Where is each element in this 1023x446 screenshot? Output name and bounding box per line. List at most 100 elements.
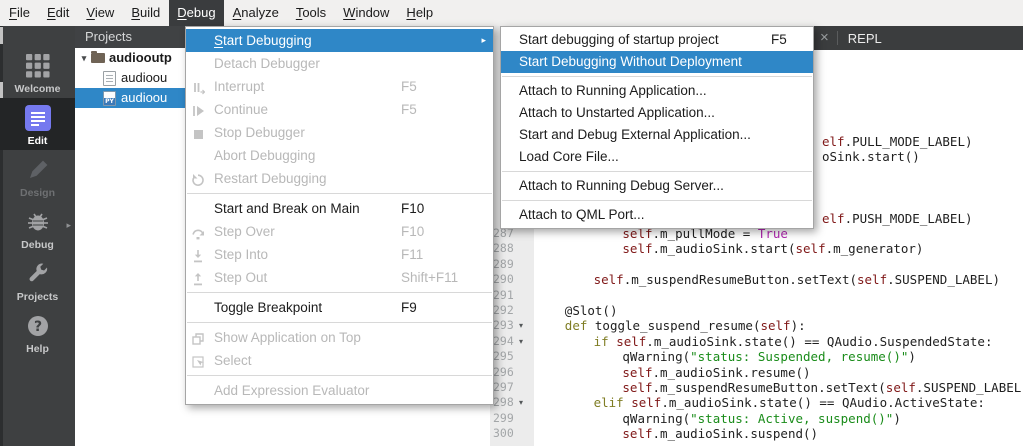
help-icon: ? — [0, 306, 75, 343]
select-icon — [191, 353, 205, 367]
menu-item-label: Start and Debug External Application... — [519, 127, 751, 142]
menu-item-shortcut: F10 — [401, 197, 424, 220]
mode-projects[interactable]: Projects — [0, 254, 75, 306]
menubar-item-tools[interactable]: Tools — [288, 0, 334, 26]
line-number[interactable]: 293 — [493, 318, 514, 334]
menu-item-label: Step Out — [214, 270, 267, 285]
tree-item-label: audioou — [121, 68, 167, 88]
code-line-293: def toggle_suspend_resume(self): — [565, 318, 806, 334]
mode-label: Debug — [0, 239, 75, 251]
menu-item-label: Start debugging of startup project — [519, 32, 719, 47]
menu-item-detach-debugger[interactable]: Detach Debugger — [186, 52, 493, 75]
code-line-partial-281: elf.PULL_MODE_LABEL) — [822, 134, 973, 150]
line-number[interactable]: 294 — [493, 334, 514, 350]
menu-item-toggle-breakpoint[interactable]: Toggle BreakpointF9 — [186, 296, 493, 319]
menu-item-interrupt[interactable]: InterruptF5 — [186, 75, 493, 98]
menu-separator — [502, 171, 812, 172]
menubar-item-file[interactable]: File — [1, 0, 38, 26]
mode-debug[interactable]: Debug▸ — [0, 202, 75, 254]
menu-item-label: Start and Break on Main — [214, 201, 360, 216]
menu-item-step-into[interactable]: Step IntoF11 — [186, 243, 493, 266]
menubar-item-analyze[interactable]: Analyze — [225, 0, 287, 26]
line-number[interactable]: 291 — [493, 288, 514, 304]
fold-marker-icon[interactable]: ▾ — [519, 334, 523, 350]
qt-creator-window: 287288289290291292293▾294▾295296297298▾2… — [0, 0, 1023, 446]
menu-item-show-application-on-top[interactable]: Show Application on Top — [186, 326, 493, 349]
line-number[interactable]: 297 — [493, 380, 514, 396]
show-app-icon — [191, 330, 205, 344]
menu-item-label: Detach Debugger — [214, 56, 320, 71]
expand-arrow-icon[interactable]: ▾ — [77, 48, 91, 68]
line-number[interactable]: 295 — [493, 349, 514, 365]
menubar: FileEditViewBuildDebugAnalyzeToolsWindow… — [0, 0, 1023, 26]
line-number[interactable]: 290 — [493, 272, 514, 288]
pencil-icon — [0, 150, 75, 187]
mode-label: Projects — [0, 291, 75, 303]
line-number[interactable]: 289 — [493, 257, 514, 273]
line-number[interactable]: 299 — [493, 411, 514, 427]
menu-item-select[interactable]: Select — [186, 349, 493, 372]
continue-icon — [191, 102, 205, 116]
menubar-item-window[interactable]: Window — [335, 0, 397, 26]
menu-item-attach-to-running-debug-server[interactable]: Attach to Running Debug Server... — [501, 175, 813, 197]
menu-item-continue[interactable]: ContinueF5 — [186, 98, 493, 121]
menu-item-restart-debugging[interactable]: Restart Debugging — [186, 167, 493, 190]
code-line-297: self.m_suspendResumeButton.setText(self.… — [622, 380, 1023, 396]
start-debugging-submenu: Start debugging of startup projectF5Star… — [500, 26, 814, 229]
menu-item-add-expression-evaluator[interactable]: Add Expression Evaluator — [186, 379, 493, 402]
tree-indent — [75, 68, 89, 88]
menu-item-step-out[interactable]: Step OutShift+F11 — [186, 266, 493, 289]
menubar-item-view[interactable]: View — [78, 0, 122, 26]
menu-item-load-core-file[interactable]: Load Core File... — [501, 146, 813, 168]
stop-debugger-icon — [191, 125, 205, 139]
wrench-icon — [0, 254, 75, 291]
menu-item-start-and-break-on-main[interactable]: Start and Break on Main F10 — [186, 197, 493, 220]
menu-item-start-debugging-without-deployment[interactable]: Start Debugging Without Deployment — [501, 51, 813, 73]
code-line-partial-286: elf.PUSH_MODE_LABEL) — [822, 211, 973, 227]
mode-label: Welcome — [0, 83, 75, 95]
tab-repl[interactable]: REPL — [838, 31, 882, 46]
menu-item-label: Toggle Breakpoint — [214, 300, 322, 315]
menu-item-start-debugging[interactable]: Start Debugging▸ — [186, 29, 493, 52]
tree-item-label: audioou — [121, 88, 167, 108]
menu-item-label: Show Application on Top — [214, 330, 361, 345]
line-number[interactable]: 298 — [493, 395, 514, 411]
menu-item-abort-debugging[interactable]: Abort Debugging — [186, 144, 493, 167]
menu-item-label: Restart Debugging — [214, 171, 327, 186]
menu-item-attach-to-qml-port[interactable]: Attach to QML Port... — [501, 204, 813, 226]
line-number[interactable]: 288 — [493, 241, 514, 257]
menu-separator — [187, 292, 492, 293]
menubar-item-debug[interactable]: Debug — [169, 0, 223, 26]
mode-welcome[interactable]: Welcome — [0, 46, 75, 98]
menubar-item-edit[interactable]: Edit — [39, 0, 77, 26]
menu-item-stop-debugger[interactable]: Stop Debugger — [186, 121, 493, 144]
menu-item-attach-to-running-application[interactable]: Attach to Running Application... — [501, 80, 813, 102]
fold-marker-icon[interactable]: ▾ — [519, 318, 523, 334]
code-line-296: self.m_audioSink.resume() — [622, 365, 810, 381]
mode-help[interactable]: ?Help — [0, 306, 75, 358]
grid-icon — [0, 46, 75, 83]
menu-item-label: Attach to Running Debug Server... — [519, 178, 724, 193]
close-icon[interactable]: × — [810, 26, 837, 50]
menu-item-label: Interrupt — [214, 79, 264, 94]
menubar-item-build[interactable]: Build — [123, 0, 168, 26]
mode-edit[interactable]: Edit — [0, 98, 75, 150]
menu-item-start-debugging-of-startup-project[interactable]: Start debugging of startup project F5 — [501, 29, 813, 51]
fold-marker-icon[interactable]: ▾ — [519, 395, 523, 411]
debug-menu: Start Debugging▸ Detach Debugger Interrupt… — [185, 26, 494, 405]
code-line-288: self.m_audioSink.start(self.m_generator) — [622, 241, 923, 257]
code-line-295: qWarning("status: Suspended, resume()") — [622, 349, 916, 365]
code-line-292: @Slot() — [565, 303, 618, 319]
menu-item-shortcut: F5 — [771, 29, 787, 51]
menu-item-step-over[interactable]: Step OverF10 — [186, 220, 493, 243]
mode-label: Design — [0, 187, 75, 199]
line-number[interactable]: 300 — [493, 426, 514, 442]
step-over-icon — [191, 224, 205, 238]
menu-separator — [187, 322, 492, 323]
menu-item-start-and-debug-external-application[interactable]: Start and Debug External Application... — [501, 124, 813, 146]
line-number[interactable]: 296 — [493, 365, 514, 381]
menubar-item-help[interactable]: Help — [398, 0, 441, 26]
menu-item-attach-to-unstarted-application[interactable]: Attach to Unstarted Application... — [501, 102, 813, 124]
line-number[interactable]: 292 — [493, 303, 514, 319]
mode-design[interactable]: Design — [0, 150, 75, 202]
